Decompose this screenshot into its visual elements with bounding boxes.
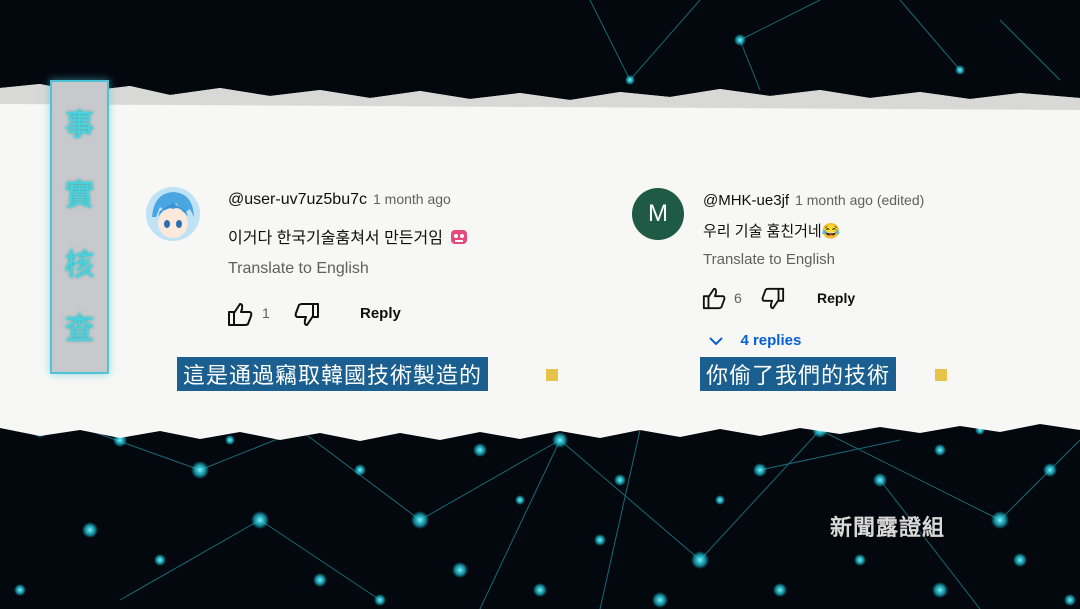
channel-watermark: 新聞露證組 xyxy=(830,516,946,541)
caption-marker xyxy=(935,369,947,381)
reply-button[interactable]: Reply xyxy=(817,290,855,306)
translate-link[interactable]: Translate to English xyxy=(228,260,369,278)
anime-avatar-icon xyxy=(146,187,200,241)
dislike-button[interactable] xyxy=(293,302,321,333)
avatar[interactable]: M xyxy=(632,188,684,240)
thumbs-down-icon xyxy=(294,303,319,326)
translate-link[interactable]: Translate to English xyxy=(703,251,835,268)
comment-body: 이거다 한국기술훔쳐서 만든거임 xyxy=(228,230,443,247)
laughing-emoji-icon: 😂 xyxy=(821,223,841,240)
subtitle-caption: 你偷了我們的技術 xyxy=(700,357,897,391)
thumbs-down-icon xyxy=(761,287,785,310)
panel-char-3: 核 xyxy=(64,248,95,283)
comment-text: 이거다 한국기술훔쳐서 만든거임 xyxy=(228,224,469,248)
like-button[interactable] xyxy=(226,301,254,332)
comment-timestamp[interactable]: 1 month ago (edited) xyxy=(795,192,924,208)
dislike-button[interactable] xyxy=(760,287,786,316)
thumbs-up-icon xyxy=(228,303,253,326)
thumbs-up-icon xyxy=(702,287,726,310)
reply-button[interactable]: Reply xyxy=(360,305,401,322)
like-button[interactable] xyxy=(701,286,727,315)
comment-body: 우리 기술 훔친거네 xyxy=(703,223,822,240)
comment-username[interactable]: @MHK-ue3jf xyxy=(703,192,789,209)
panel-char-1: 事 xyxy=(64,108,95,143)
panel-char-4: 查 xyxy=(64,312,95,347)
like-count: 6 xyxy=(734,290,742,306)
fact-check-panel: 事 實 核 查 xyxy=(50,80,109,374)
replies-count: 4 replies xyxy=(740,332,802,349)
view-replies-button[interactable]: 4 replies xyxy=(708,332,801,350)
like-count: 1 xyxy=(262,305,270,321)
comment-text: 우리 기술 훔친거네😂 xyxy=(703,220,840,241)
comment-username[interactable]: @user-uv7uz5bu7c xyxy=(228,191,367,208)
caption-marker xyxy=(546,369,558,381)
sticker-icon xyxy=(449,228,469,246)
chevron-down-icon xyxy=(709,337,723,346)
avatar[interactable] xyxy=(146,187,200,241)
comment-timestamp[interactable]: 1 month ago xyxy=(373,191,451,207)
subtitle-caption: 這是通過竊取韓國技術製造的 xyxy=(177,357,489,391)
panel-char-2: 實 xyxy=(64,178,95,213)
